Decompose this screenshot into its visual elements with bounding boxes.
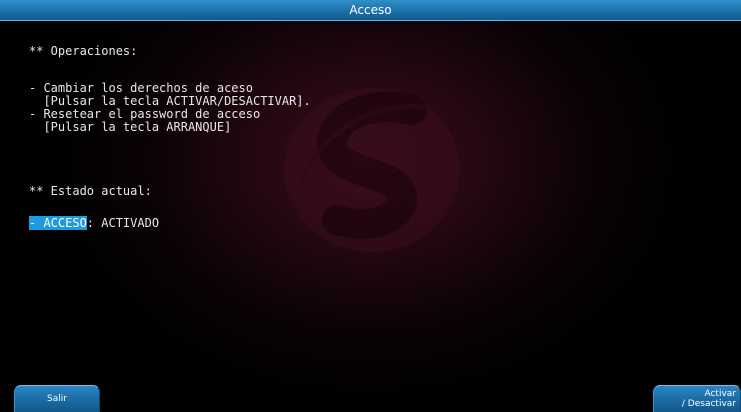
acceso-status-row: - ACCESO: ACTIVADO — [29, 216, 160, 230]
salir-button-label: Salir — [47, 394, 67, 404]
activar-button-label-line-2: / Desactivar — [681, 399, 736, 409]
estado-heading: ** Estado actual: — [29, 184, 152, 198]
logo-arc — [299, 103, 443, 181]
title-bar: Acceso — [0, 0, 741, 21]
acceso-selected-item[interactable]: - ACCESO — [29, 216, 87, 230]
operation-2-line-2: [Pulsar la tecla ARRANQUE] — [29, 120, 232, 134]
screen: Acceso ** Operaciones: - Cambiar los der… — [0, 0, 741, 412]
page-title: Acceso — [349, 3, 392, 17]
logo-circle — [284, 88, 460, 252]
activar-button-label-line-1: Activar — [704, 389, 736, 399]
activar-desactivar-button[interactable]: Activar / Desactivar — [653, 385, 741, 412]
operaciones-heading: ** Operaciones: — [29, 44, 138, 58]
salir-button[interactable]: Salir — [14, 385, 100, 412]
acceso-status-value: ACTIVADO — [94, 216, 160, 230]
acceso-separator: : — [86, 216, 95, 230]
